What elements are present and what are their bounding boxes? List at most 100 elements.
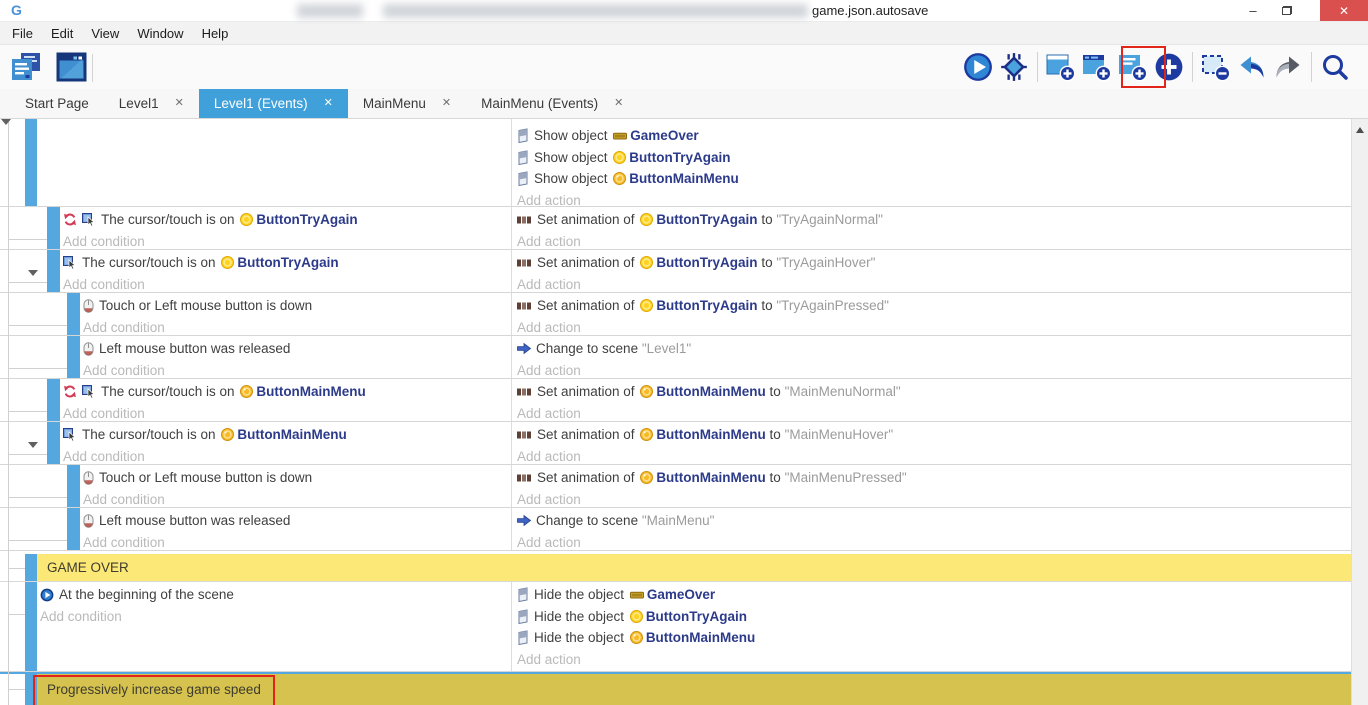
add-action-link[interactable]: Add action — [517, 363, 581, 378]
event-indent-bar[interactable] — [67, 293, 80, 335]
restore-button[interactable] — [1272, 0, 1302, 21]
event-indent-bar[interactable] — [25, 119, 37, 206]
conditions-cell[interactable]: Touch or Left mouse button is downAdd co… — [83, 293, 511, 335]
action-line[interactable]: Add action — [517, 317, 1351, 339]
add-action-link[interactable]: Add action — [517, 406, 581, 421]
condition-line[interactable]: Add condition — [63, 446, 511, 468]
add-event-button[interactable] — [1043, 49, 1079, 85]
add-action-link[interactable]: Add action — [517, 320, 581, 335]
condition-line[interactable]: Add condition — [83, 489, 511, 511]
search-button[interactable] — [1317, 49, 1353, 85]
add-condition-link[interactable]: Add condition — [83, 535, 165, 550]
action-line[interactable]: Add action — [517, 360, 1351, 382]
event-indent-bar[interactable] — [47, 250, 60, 292]
scroll-up-icon[interactable] — [1356, 127, 1364, 133]
add-sub-event-button[interactable] — [1079, 49, 1115, 85]
action-line[interactable]: Change to scene "Level1" — [517, 338, 1351, 360]
mainmenu-pressed[interactable]: Touch or Left mouse button is down Add co… — [0, 465, 1351, 508]
tab-mainmenu[interactable]: MainMenu✕ — [348, 89, 466, 118]
add-condition-link[interactable]: Add condition — [63, 277, 145, 292]
debug-button[interactable] — [996, 49, 1032, 85]
menu-view[interactable]: View — [82, 26, 128, 41]
game-over-init[interactable]: At the beginning of the sceneAdd conditi… — [0, 582, 1351, 672]
tab-close-icon[interactable]: ✕ — [324, 98, 333, 109]
action-line[interactable]: Add action — [517, 274, 1351, 296]
add-condition-link[interactable]: Add condition — [83, 492, 165, 507]
actions-cell[interactable]: Change to scene "Level1" Add action — [517, 336, 1351, 378]
cursor-on-tryagain[interactable]: The cursor/touch is on ButtonTryAgain Add… — [0, 250, 1351, 293]
conditions-cell[interactable]: Touch or Left mouse button is down Add co… — [83, 465, 511, 507]
tab-mainmenu-events-[interactable]: MainMenu (Events)✕ — [466, 89, 638, 118]
event-indent-bar[interactable] — [47, 422, 60, 464]
actions-cell[interactable]: Hide the object GameOver Hide the object … — [517, 582, 1351, 671]
actions-cell[interactable]: Set animation of ButtonTryAgain to "TryA… — [517, 250, 1351, 292]
event-indent-bar[interactable] — [25, 582, 37, 671]
tab-close-icon[interactable]: ✕ — [442, 98, 451, 109]
project-manager-button[interactable] — [8, 49, 44, 85]
condition-line[interactable]: Add condition — [40, 606, 511, 628]
action-line[interactable]: Hide the object GameOver — [517, 584, 1351, 606]
actions-cell[interactable]: Set animation of ButtonMainMenu to "Main… — [517, 465, 1351, 507]
condition-line[interactable]: The cursor/touch is on ButtonTryAgain — [63, 209, 511, 231]
add-condition-link[interactable]: Add condition — [83, 363, 165, 378]
action-line[interactable]: Add action — [517, 532, 1351, 554]
action-line[interactable]: Set animation of ButtonMainMenu to "Main… — [517, 424, 1351, 446]
event-indent-bar[interactable] — [47, 379, 60, 421]
menu-edit[interactable]: Edit — [42, 26, 82, 41]
event-indent-bar[interactable] — [67, 336, 80, 378]
tryagain-pressed[interactable]: Touch or Left mouse button is downAdd co… — [0, 293, 1351, 336]
cursor-not-on-mainmenu[interactable]: The cursor/touch is on ButtonMainMenu Add… — [0, 379, 1351, 422]
menu-window[interactable]: Window — [128, 26, 192, 41]
condition-line[interactable]: Add condition — [83, 532, 511, 554]
tab-level1-events-[interactable]: Level1 (Events)✕ — [199, 89, 348, 118]
add-other-event-button[interactable] — [1151, 49, 1187, 85]
conditions-cell[interactable]: Left mouse button was released Add condit… — [83, 336, 511, 378]
conditions-cell[interactable]: The cursor/touch is on ButtonMainMenu Add… — [63, 379, 511, 421]
close-button[interactable]: ✕ — [1320, 0, 1368, 21]
condition-line[interactable]: Left mouse button was released — [83, 338, 511, 360]
cursor-not-on-tryagain[interactable]: The cursor/touch is on ButtonTryAgainAdd… — [0, 207, 1351, 250]
actions-cell[interactable]: Set animation of ButtonTryAgain to "TryA… — [517, 207, 1351, 249]
tab-close-icon[interactable]: ✕ — [175, 98, 184, 109]
condition-line[interactable]: Add condition — [63, 231, 511, 253]
event-indent-bar[interactable] — [25, 554, 37, 581]
cursor-on-mainmenu[interactable]: The cursor/touch is on ButtonMainMenuAdd… — [0, 422, 1351, 465]
action-line[interactable]: Add action — [517, 403, 1351, 425]
mainmenu-released[interactable]: Left mouse button was releasedAdd condit… — [0, 508, 1351, 551]
action-line[interactable]: Add action — [517, 231, 1351, 253]
event-indent-bar[interactable] — [67, 508, 80, 550]
actions-cell[interactable]: Show object GameOverShow object ButtonTr… — [517, 119, 1351, 206]
tab-close-icon[interactable]: ✕ — [614, 98, 623, 109]
play-button[interactable] — [960, 49, 996, 85]
add-condition-link[interactable]: Add condition — [63, 406, 145, 421]
event-indent-bar[interactable] — [67, 465, 80, 507]
conditions-cell[interactable]: The cursor/touch is on ButtonMainMenuAdd… — [63, 422, 511, 464]
add-condition-link[interactable]: Add condition — [83, 320, 165, 335]
condition-line[interactable]: Touch or Left mouse button is down — [83, 467, 511, 489]
action-line[interactable]: Add action — [517, 649, 1351, 671]
condition-line[interactable]: The cursor/touch is on ButtonTryAgain — [63, 252, 511, 274]
actions-cell[interactable]: Set animation of ButtonTryAgain to "TryA… — [517, 293, 1351, 335]
actions-cell[interactable]: Change to scene "MainMenu"Add action — [517, 508, 1351, 550]
conditions-cell[interactable]: At the beginning of the sceneAdd conditi… — [40, 582, 511, 671]
action-line[interactable]: Show object ButtonTryAgain — [517, 147, 1351, 169]
minimize-button[interactable]: – — [1238, 0, 1268, 21]
add-action-link[interactable]: Add action — [517, 234, 581, 249]
condition-line[interactable]: The cursor/touch is on ButtonMainMenu — [63, 381, 511, 403]
condition-line[interactable]: Add condition — [63, 403, 511, 425]
event-indent-bar[interactable] — [25, 674, 37, 705]
action-line[interactable]: Set animation of ButtonMainMenu to "Main… — [517, 381, 1351, 403]
undo-button[interactable] — [1234, 49, 1270, 85]
event-indent-bar[interactable] — [47, 207, 60, 249]
add-comment-button[interactable] — [1115, 49, 1151, 85]
conditions-cell[interactable]: The cursor/touch is on ButtonTryAgain Add… — [63, 250, 511, 292]
action-line[interactable]: Set animation of ButtonTryAgain to "TryA… — [517, 209, 1351, 231]
add-action-link[interactable]: Add action — [517, 277, 581, 292]
action-line[interactable]: Hide the object ButtonMainMenu — [517, 627, 1351, 649]
add-action-link[interactable]: Add action — [517, 449, 581, 464]
action-line[interactable]: Set animation of ButtonTryAgain to "TryA… — [517, 295, 1351, 317]
menu-help[interactable]: Help — [193, 26, 238, 41]
add-action-link[interactable]: Add action — [517, 535, 581, 550]
action-line[interactable]: Show object ButtonMainMenu — [517, 168, 1351, 190]
condition-line[interactable]: At the beginning of the scene — [40, 584, 511, 606]
